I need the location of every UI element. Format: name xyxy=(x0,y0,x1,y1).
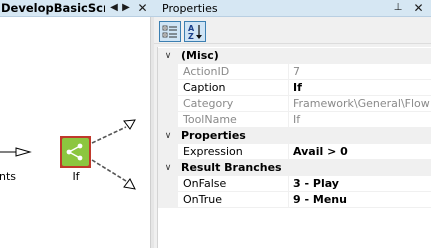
false-branch-connector xyxy=(91,126,127,144)
property-name: Caption xyxy=(178,80,289,96)
category-row-properties[interactable]: ∨ Properties xyxy=(158,128,431,144)
sort-az-icon: A Z xyxy=(188,24,202,41)
property-name: ActionID xyxy=(178,64,289,80)
document-tab-title[interactable]: DevelopBasicScript xyxy=(1,1,105,16)
property-value[interactable]: 7 xyxy=(289,64,431,80)
property-row-onfalse[interactable]: OnFalse 3 - Play xyxy=(158,176,431,192)
property-row-expression[interactable]: Expression Avail > 0 xyxy=(158,144,431,160)
category-row-result-branches[interactable]: ∨ Result Branches xyxy=(158,160,431,176)
property-name: OnTrue xyxy=(178,192,289,208)
if-node[interactable] xyxy=(62,138,89,166)
property-row-actionid[interactable]: ActionID 7 xyxy=(158,64,431,80)
categorized-view-icon xyxy=(162,25,177,38)
categorized-view-button[interactable] xyxy=(159,21,181,42)
property-row-category[interactable]: Category Framework\General\Flow xyxy=(158,96,431,112)
previous-node-label: nts xyxy=(0,170,16,183)
flow-diagram: nts If xyxy=(0,119,136,190)
close-icon[interactable]: ✕ xyxy=(136,0,149,16)
chevron-down-icon[interactable]: ∨ xyxy=(162,128,174,144)
true-branch-connector xyxy=(91,159,127,182)
alphabetical-sort-button[interactable]: A Z xyxy=(184,21,206,42)
property-name: ToolName xyxy=(178,112,289,128)
incoming-arrow-icon xyxy=(15,147,32,157)
category-label: Properties xyxy=(181,129,246,142)
pin-icon[interactable]: ⊥ xyxy=(392,0,404,16)
property-row-caption[interactable]: Caption If xyxy=(158,80,431,96)
triangle-left-icon[interactable]: ◀ xyxy=(109,0,119,16)
svg-text:Z: Z xyxy=(188,32,194,41)
property-value[interactable]: 9 - Menu xyxy=(289,192,431,208)
properties-title-bar: Properties ⊥ ✕ xyxy=(154,0,431,17)
if-node-label: If xyxy=(72,170,80,183)
property-grid[interactable]: ∨ (Misc) ActionID 7 Caption If Category … xyxy=(157,47,431,248)
close-icon[interactable]: ✕ xyxy=(412,0,425,16)
property-row-toolname[interactable]: ToolName If xyxy=(158,112,431,128)
property-name: OnFalse xyxy=(178,176,289,192)
chevron-down-icon[interactable]: ∨ xyxy=(162,48,174,64)
property-row-ontrue[interactable]: OnTrue 9 - Menu xyxy=(158,192,431,208)
designer-panel: DevelopBasicScript ◀ ▶ ✕ nt xyxy=(0,0,154,248)
category-label: (Misc) xyxy=(181,49,219,62)
document-tab-bar: DevelopBasicScript ◀ ▶ ✕ xyxy=(0,0,154,17)
flow-canvas[interactable]: nts If xyxy=(0,17,150,248)
properties-panel: Properties ⊥ ✕ A Z ∨ (Misc) ActionID 7 C… xyxy=(154,0,431,248)
properties-title: Properties xyxy=(162,2,218,15)
property-value[interactable]: If xyxy=(289,112,431,128)
category-row-misc[interactable]: ∨ (Misc) xyxy=(158,48,431,64)
triangle-right-icon[interactable]: ▶ xyxy=(121,0,131,16)
property-name: Expression xyxy=(178,144,289,160)
chevron-down-icon[interactable]: ∨ xyxy=(162,160,174,176)
properties-toolbar: A Z xyxy=(154,18,431,44)
category-label: Result Branches xyxy=(181,161,282,174)
property-value[interactable]: Framework\General\Flow xyxy=(289,96,431,112)
property-value[interactable]: If xyxy=(289,80,431,96)
property-name: Category xyxy=(178,96,289,112)
property-value[interactable]: 3 - Play xyxy=(289,176,431,192)
property-value[interactable]: Avail > 0 xyxy=(289,144,431,160)
